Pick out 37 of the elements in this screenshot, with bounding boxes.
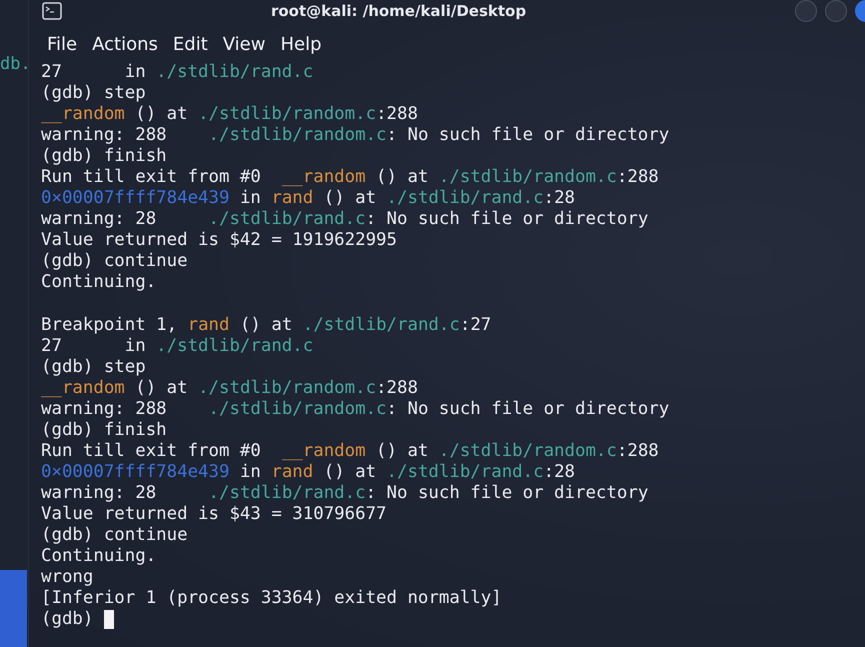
terminal-line: (gdb) continue xyxy=(41,251,189,272)
menu-item[interactable]: Actions xyxy=(86,34,164,56)
terminal-line: Continuing. xyxy=(41,272,158,294)
terminal-line: 27 in ./stdlib/rand.c xyxy=(41,62,314,84)
terminal-line: Breakpoint 1, rand () at ./stdlib/rand.c:27 xyxy=(41,314,492,336)
window-title: root@kali: /home/kali/Desktop xyxy=(270,2,526,20)
menu-item[interactable]: Edit xyxy=(166,34,214,56)
terminal-line: 0×00007ffff784e439 in rand () at ./stdlib/rand.c:28 xyxy=(41,462,576,483)
text-cursor xyxy=(104,610,114,630)
terminal-line: Value returned is $42 = 1919622995 xyxy=(41,230,398,252)
terminal-line: 27 in ./stdlib/rand.c xyxy=(41,336,314,357)
terminal-line: (gdb) finish xyxy=(41,146,168,168)
menu-item[interactable]: Help xyxy=(274,34,328,56)
terminal-line: warning: 288 ./stdlib/random.c: No such file or directory xyxy=(41,125,670,146)
minimize-button[interactable] xyxy=(795,0,817,22)
terminal-line: warning: 28 ./stdlib/rand.c: No such file or directory xyxy=(41,209,650,230)
terminal-line: __random () at ./stdlib/random.c:288 xyxy=(41,104,419,126)
terminal-line: Continuing. xyxy=(41,546,158,568)
terminal-line: (gdb) step xyxy=(41,356,147,378)
terminal-icon xyxy=(42,2,62,20)
terminal-line: Run till exit from #0 __random () at ./stdlib/random.c:288 xyxy=(41,440,660,462)
menu-item[interactable]: File xyxy=(41,34,84,56)
terminal-prompt: (gdb) xyxy=(41,609,94,630)
menu-item[interactable]: View xyxy=(216,34,272,56)
terminal-line: (gdb) continue xyxy=(41,525,189,546)
terminal-line: Value returned is $43 = 310796677 xyxy=(41,504,388,526)
terminal-line: warning: 28 ./stdlib/rand.c: No such file or directory xyxy=(41,482,650,504)
terminal-line: (gdb) finish xyxy=(41,420,168,441)
terminal-line: [Inferior 1 (process 33364) exited normally] xyxy=(41,588,503,610)
terminal-line: (gdb) step xyxy=(41,83,147,104)
maximize-button[interactable] xyxy=(825,0,847,22)
background-window-text: db. xyxy=(0,54,31,74)
terminal-line: warning: 288 ./stdlib/random.c: No such file or directory xyxy=(41,398,670,420)
terminal-line: 0×00007ffff784e439 in rand () at ./stdlib/rand.c:28 xyxy=(41,188,576,210)
terminal-line: Run till exit from #0 __random () at ./stdlib/random.c:288 xyxy=(41,167,660,188)
terminal-line: wrong xyxy=(41,567,94,588)
terminal-line: __random () at ./stdlib/random.c:288 xyxy=(41,378,419,399)
